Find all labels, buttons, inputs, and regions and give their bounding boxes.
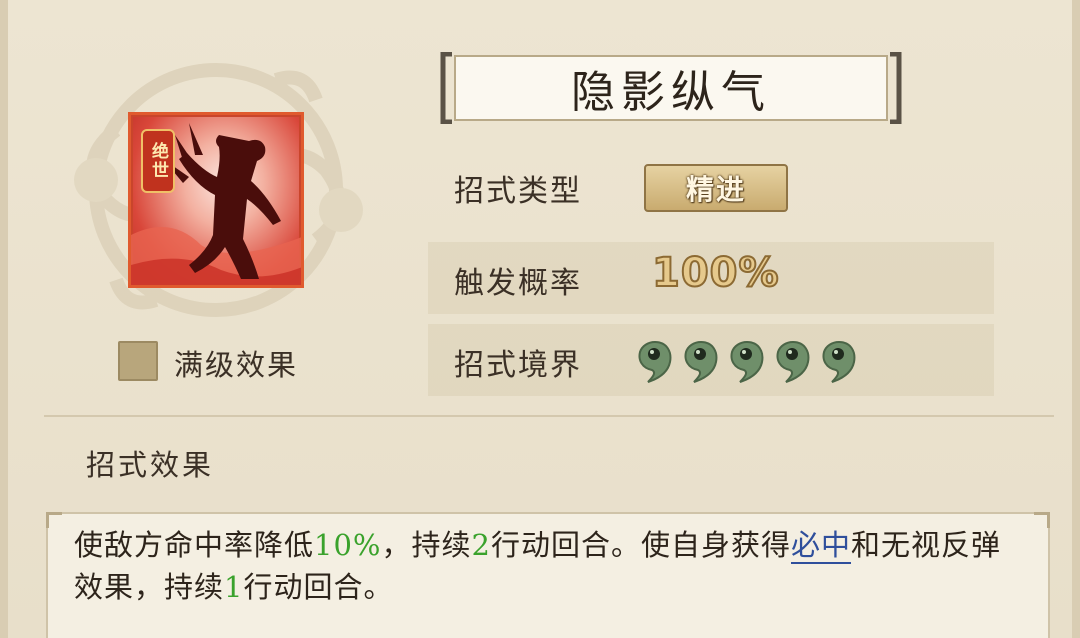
skill-type-badge: 精进 [644,164,788,212]
trigger-rate-label: 触发概率 [454,266,582,301]
magatama-icon [776,340,810,383]
trigger-rate-row: 触发概率 100% [428,242,994,314]
skill-realm-row: 招式境界 [428,324,994,396]
keyword-link[interactable]: 必中 [790,528,851,564]
desc-text: 行动回合。使自身获得 [490,528,791,562]
rank-badge: 绝世 [141,129,175,193]
skill-name: 隐影纵气 [454,55,888,121]
desc-value: 1 [224,570,244,604]
corner-ornament-icon [1034,512,1050,528]
effect-heading: 招式效果 [86,448,215,482]
skill-type-row: 招式类型 精进 [428,150,994,222]
desc-text: 使敌方命中率降低 [74,528,315,562]
magatama-icon [730,340,764,383]
desc-text: ，持续 [381,528,472,562]
realm-level-icons [634,338,860,384]
skill-icon: 绝世 [128,112,304,288]
magatama-icon [638,340,672,383]
skill-type-label: 招式类型 [454,174,582,209]
magatama-icon [822,340,856,383]
desc-value: 10% [314,528,382,562]
section-divider [44,415,1054,417]
trigger-rate-value: 100% [651,249,780,297]
corner-ornament-icon [46,512,62,528]
magatama-icon [684,340,718,383]
skill-realm-label: 招式境界 [454,348,582,383]
effect-description: 使敌方命中率降低10%，持续2行动回合。使自身获得必中和无视反弹效果，持续1行动… [46,512,1050,638]
skill-detail-panel: 绝世 满级效果 隐影纵气 招式类型 精进 触发概率 100% 招式境界 招式效果… [0,0,1080,638]
desc-text: 行动回合。 [243,570,394,604]
max-level-label[interactable]: 满级效果 [174,342,298,384]
right-bracket-icon [890,52,902,124]
left-bracket-icon [440,52,452,124]
max-level-checkbox[interactable] [118,341,158,381]
skill-title-frame: 隐影纵气 [440,52,902,124]
desc-value: 2 [471,528,491,562]
